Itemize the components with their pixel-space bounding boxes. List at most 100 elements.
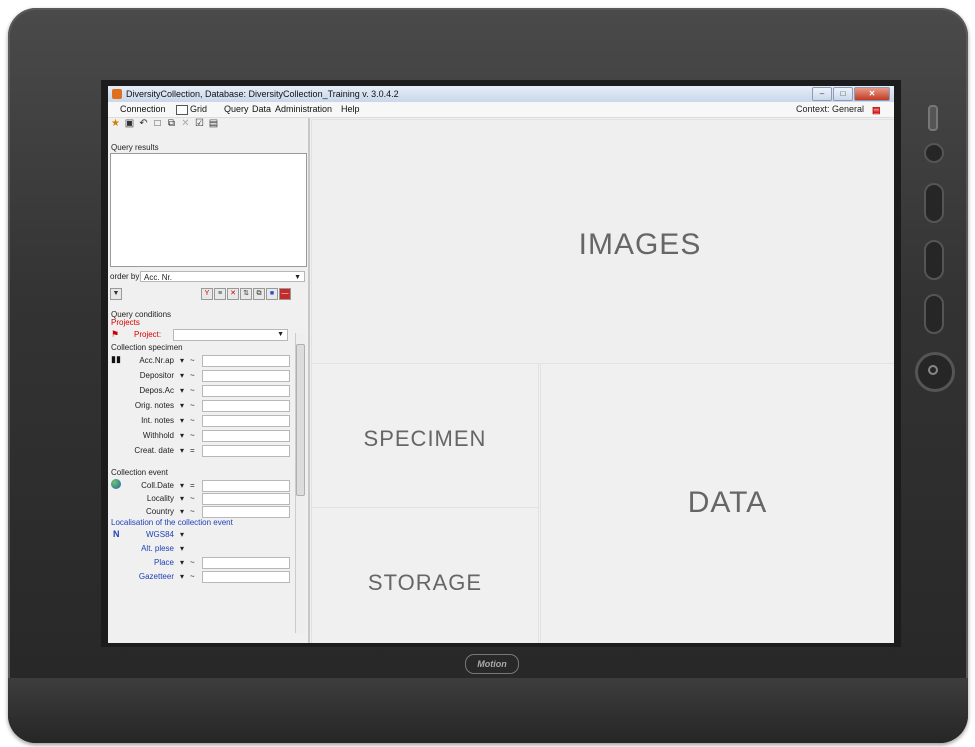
operator-dropdown[interactable]: ▾ bbox=[180, 416, 184, 425]
context-icon[interactable]: ▤ bbox=[872, 105, 884, 115]
details-icon[interactable]: ■ bbox=[266, 288, 278, 300]
menu-administration[interactable]: Administration bbox=[275, 104, 332, 114]
query-input[interactable] bbox=[202, 571, 290, 583]
operator-symbol[interactable]: ~ bbox=[190, 401, 195, 410]
query-input[interactable] bbox=[202, 430, 290, 442]
field-label: Withhold bbox=[142, 431, 174, 440]
filter-icon[interactable]: Y bbox=[201, 288, 213, 300]
operator-dropdown[interactable]: ▾ bbox=[180, 431, 184, 440]
query-results-list[interactable] bbox=[110, 153, 307, 267]
data-label: DATA bbox=[687, 486, 768, 519]
query-input[interactable] bbox=[202, 385, 290, 397]
operator-symbol[interactable]: ~ bbox=[190, 356, 195, 365]
operator-symbol[interactable]: = bbox=[190, 446, 195, 455]
close-button[interactable]: ✕ bbox=[854, 87, 890, 101]
clear-icon[interactable]: — bbox=[279, 288, 291, 300]
query-input[interactable] bbox=[202, 415, 290, 427]
operator-symbol[interactable]: ~ bbox=[190, 558, 195, 567]
operator-symbol[interactable]: ~ bbox=[190, 431, 195, 440]
minimize-button[interactable]: – bbox=[812, 87, 832, 101]
operator-dropdown[interactable]: ▾ bbox=[180, 558, 184, 567]
operator-symbol[interactable]: ~ bbox=[190, 507, 195, 516]
field-label: Int. notes bbox=[141, 416, 174, 425]
query-input[interactable] bbox=[202, 480, 290, 492]
checkbox-icon[interactable]: ☑ bbox=[194, 118, 205, 129]
operator-dropdown[interactable]: ▾ bbox=[180, 544, 184, 553]
operator-dropdown[interactable]: ▾ bbox=[180, 401, 184, 410]
application-window: DiversityCollection, Database: Diversity… bbox=[108, 86, 894, 643]
navigation-dial[interactable] bbox=[915, 352, 955, 392]
grid-icon bbox=[176, 105, 188, 115]
images-area[interactable]: IMAGES bbox=[311, 119, 894, 364]
copy-icon[interactable]: ⧉ bbox=[166, 118, 177, 129]
hardware-button-1[interactable] bbox=[924, 183, 944, 223]
operator-dropdown[interactable]: ▾ bbox=[180, 446, 184, 455]
storage-area[interactable]: STORAGE bbox=[311, 507, 539, 643]
operator-dropdown[interactable]: ▾ bbox=[180, 386, 184, 395]
delete-icon[interactable]: ✕ bbox=[180, 118, 191, 129]
menu-data[interactable]: Data bbox=[252, 104, 271, 114]
save-icon[interactable]: ▣ bbox=[124, 118, 135, 129]
operator-symbol[interactable]: = bbox=[190, 481, 195, 490]
hardware-button-3[interactable] bbox=[924, 294, 944, 334]
operator-symbol[interactable]: ~ bbox=[190, 386, 195, 395]
motion-logo: Motion bbox=[465, 654, 519, 674]
hardware-button-2[interactable] bbox=[924, 240, 944, 280]
toolbar: ★ ▣ ↶ □ ⧉ ✕ ☑ ▤ bbox=[110, 118, 222, 131]
operator-dropdown[interactable]: ▾ bbox=[180, 530, 184, 539]
operator-dropdown[interactable]: ▾ bbox=[180, 494, 184, 503]
operator-symbol[interactable]: ~ bbox=[190, 572, 195, 581]
operator-dropdown[interactable]: ▾ bbox=[180, 356, 184, 365]
collection-event-label: Collection event bbox=[111, 468, 168, 477]
specimen-area[interactable]: SPECIMEN bbox=[311, 363, 539, 508]
operator-dropdown[interactable]: ▾ bbox=[180, 371, 184, 380]
query-input[interactable] bbox=[202, 370, 290, 382]
data-area[interactable]: DATA bbox=[540, 363, 894, 643]
new-document-icon[interactable]: □ bbox=[152, 118, 163, 129]
operator-symbol[interactable]: ~ bbox=[190, 371, 195, 380]
menu-grid[interactable]: Grid bbox=[190, 104, 207, 114]
project-select[interactable]: ▼ bbox=[173, 329, 288, 341]
menu-query[interactable]: Query bbox=[224, 104, 249, 114]
menu-connection[interactable]: Connection bbox=[120, 104, 166, 114]
field-label: Orig. notes bbox=[134, 401, 174, 410]
specimen-label: SPECIMEN bbox=[363, 426, 487, 451]
context-label[interactable]: Context: General bbox=[796, 104, 864, 114]
query-results-label: Query results bbox=[111, 143, 159, 152]
table-icon[interactable]: ▤ bbox=[208, 118, 219, 129]
operator-dropdown[interactable]: ▾ bbox=[180, 481, 184, 490]
list-icon[interactable]: ≡ bbox=[214, 288, 226, 300]
field-label: Country bbox=[145, 507, 174, 516]
query-input[interactable] bbox=[202, 493, 290, 505]
query-input[interactable] bbox=[202, 557, 290, 569]
title-bar[interactable]: DiversityCollection, Database: Diversity… bbox=[108, 86, 894, 102]
operator-dropdown[interactable]: ▾ bbox=[180, 507, 184, 516]
query-input[interactable] bbox=[202, 355, 290, 367]
query-conditions-panel: Query conditions Projects ⚑ Project: ▼ C… bbox=[110, 308, 306, 638]
order-by-select[interactable]: Acc. Nr. ▼ bbox=[140, 271, 305, 282]
field-label: Place bbox=[153, 558, 174, 567]
chevron-down-icon: ▼ bbox=[277, 331, 284, 338]
storage-label: STORAGE bbox=[367, 570, 483, 595]
operator-dropdown[interactable]: ▾ bbox=[180, 572, 184, 581]
operator-symbol[interactable]: ~ bbox=[190, 416, 195, 425]
field-label: Alt. plese bbox=[141, 544, 174, 553]
maximize-button[interactable]: □ bbox=[833, 87, 853, 101]
field-label: Gazetteer bbox=[138, 572, 174, 581]
remove-filter-icon[interactable]: ✕ bbox=[227, 288, 239, 300]
sort-icon[interactable]: ⇅ bbox=[240, 288, 252, 300]
collapse-icon[interactable]: ▼ bbox=[110, 288, 122, 300]
hardware-button-small[interactable] bbox=[924, 143, 944, 163]
query-input[interactable] bbox=[202, 506, 290, 518]
query-input[interactable] bbox=[202, 400, 290, 412]
copy-query-icon[interactable]: ⧉ bbox=[253, 288, 265, 300]
panel-splitter[interactable] bbox=[308, 118, 310, 643]
menu-help[interactable]: Help bbox=[341, 104, 360, 114]
localisation-label: Localisation of the collection event bbox=[111, 518, 233, 527]
operator-symbol[interactable]: ~ bbox=[190, 494, 195, 503]
undo-icon[interactable]: ↶ bbox=[138, 118, 149, 129]
query-input[interactable] bbox=[202, 445, 290, 457]
window-controls: – □ ✕ bbox=[811, 87, 890, 101]
new-query-icon[interactable]: ★ bbox=[110, 118, 121, 129]
query-scrollbar-thumb[interactable] bbox=[296, 344, 305, 496]
